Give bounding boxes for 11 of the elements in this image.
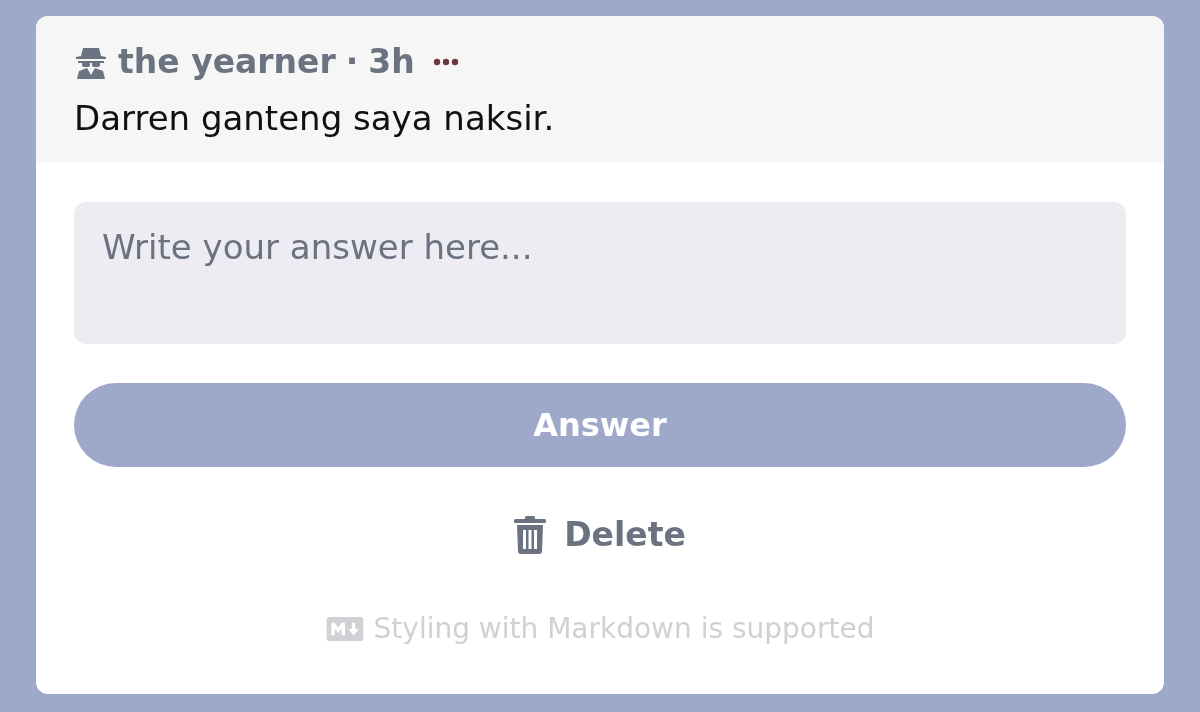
trash-icon [514, 516, 547, 554]
question-text: Darren ganteng saya naksir. [74, 97, 556, 140]
delete-button[interactable]: Delete [506, 509, 694, 561]
author-name[interactable]: the yearner [118, 40, 336, 84]
answer-button[interactable]: Answer [74, 383, 1126, 467]
answer-field[interactable]: Write your answer here... [74, 202, 1126, 344]
post-time: 3h [368, 41, 415, 83]
more-options-icon[interactable] [432, 58, 459, 66]
markdown-icon [325, 617, 364, 641]
separator-dot: · [345, 41, 359, 83]
spy-icon [74, 45, 108, 79]
